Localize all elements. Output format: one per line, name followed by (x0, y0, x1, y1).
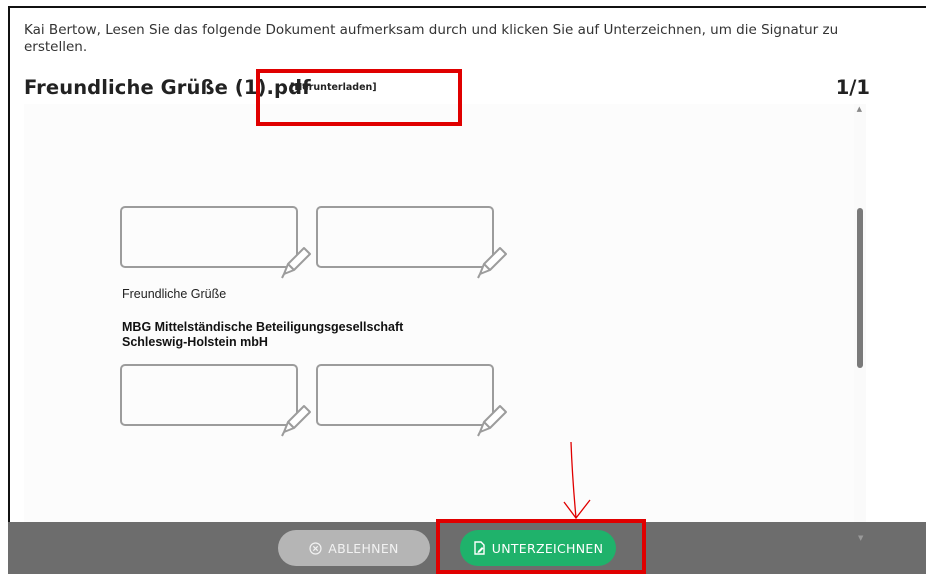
pen-icon (477, 247, 507, 279)
circle-x-icon (309, 541, 322, 555)
vertical-scrollbar[interactable]: ▲ (854, 104, 866, 522)
signature-field[interactable] (316, 364, 507, 437)
sign-button-label: UNTERZEICHNEN (491, 540, 604, 556)
action-bar: ▼ ABLEHNEN UNTERZEICHNEN (8, 522, 926, 574)
instruction-text: Kai Bertow, Lesen Sie das folgende Dokum… (24, 22, 839, 55)
signature-field[interactable] (120, 206, 311, 279)
document-title: Freundliche Grüße (1).pdf (24, 76, 311, 99)
scroll-down-icon[interactable]: ▼ (858, 534, 863, 542)
pdf-viewer[interactable]: Freundliche Grüße MBG Mittelständische B… (24, 104, 866, 522)
company-name-line1: MBG Mittelständische Beteiligungsgesells… (122, 320, 404, 334)
scrollbar-thumb[interactable] (857, 208, 863, 368)
signature-field[interactable] (120, 364, 311, 437)
company-name: MBG Mittelständische Beteiligungsgesells… (122, 320, 403, 350)
greeting-text: Freundliche Grüße (122, 287, 227, 301)
pen-icon (281, 247, 311, 279)
document-pen-icon (473, 541, 486, 555)
document-header: Freundliche Grüße (1).pdf [Herunterladen… (24, 76, 870, 102)
sign-button[interactable]: UNTERZEICHNEN (460, 530, 616, 566)
pen-icon (477, 405, 507, 437)
scroll-up-icon[interactable]: ▲ (857, 105, 862, 113)
decline-button-label: ABLEHNEN (328, 540, 399, 556)
decline-button[interactable]: ABLEHNEN (278, 530, 430, 566)
pdf-page: Freundliche Grüße MBG Mittelständische B… (24, 104, 854, 522)
download-link[interactable]: [Herunterladen] (290, 82, 377, 93)
page-indicator: 1/1 (835, 76, 870, 99)
signature-field[interactable] (316, 206, 507, 279)
pen-icon (281, 405, 311, 437)
company-name-line2: Schleswig-Holstein mbH (122, 335, 268, 349)
